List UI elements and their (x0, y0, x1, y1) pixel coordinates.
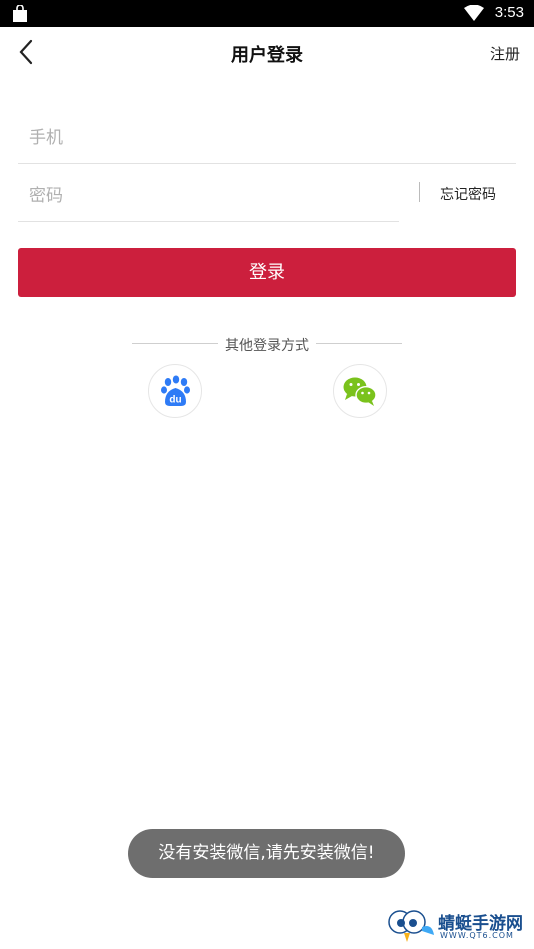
baidu-icon: du (161, 375, 190, 406)
wechat-login-button[interactable] (333, 364, 387, 418)
page-title: 用户登录 (231, 45, 303, 66)
baidu-login-button[interactable]: du (148, 364, 202, 418)
toast-message: 没有安装微信,请先安装微信! (128, 829, 405, 878)
watermark: 蜻蜓手游网 WWW.QT6.COM (384, 905, 529, 945)
svg-text:du: du (169, 395, 181, 406)
register-link[interactable]: 注册 (490, 43, 520, 64)
forgot-password-link[interactable]: 忘记密码 (440, 184, 496, 204)
header: 用户登录 注册 (0, 27, 534, 77)
shopping-bag-icon (13, 5, 27, 22)
login-button[interactable]: 登录 (18, 248, 516, 297)
status-bar: 3:53 (0, 0, 534, 27)
dragonfly-logo-icon (388, 910, 434, 942)
wifi-icon (464, 5, 484, 21)
wechat-icon (343, 377, 377, 406)
phone-placeholder: 手机 (29, 128, 63, 148)
divider (419, 182, 420, 202)
password-field[interactable]: 密码 (18, 163, 399, 222)
password-placeholder: 密码 (29, 186, 63, 206)
phone-field[interactable]: 手机 (18, 105, 516, 164)
watermark-site: WWW.QT6.COM (440, 931, 514, 940)
status-time: 3:53 (494, 4, 524, 21)
other-login-title: 其他登录方式 (225, 338, 309, 354)
